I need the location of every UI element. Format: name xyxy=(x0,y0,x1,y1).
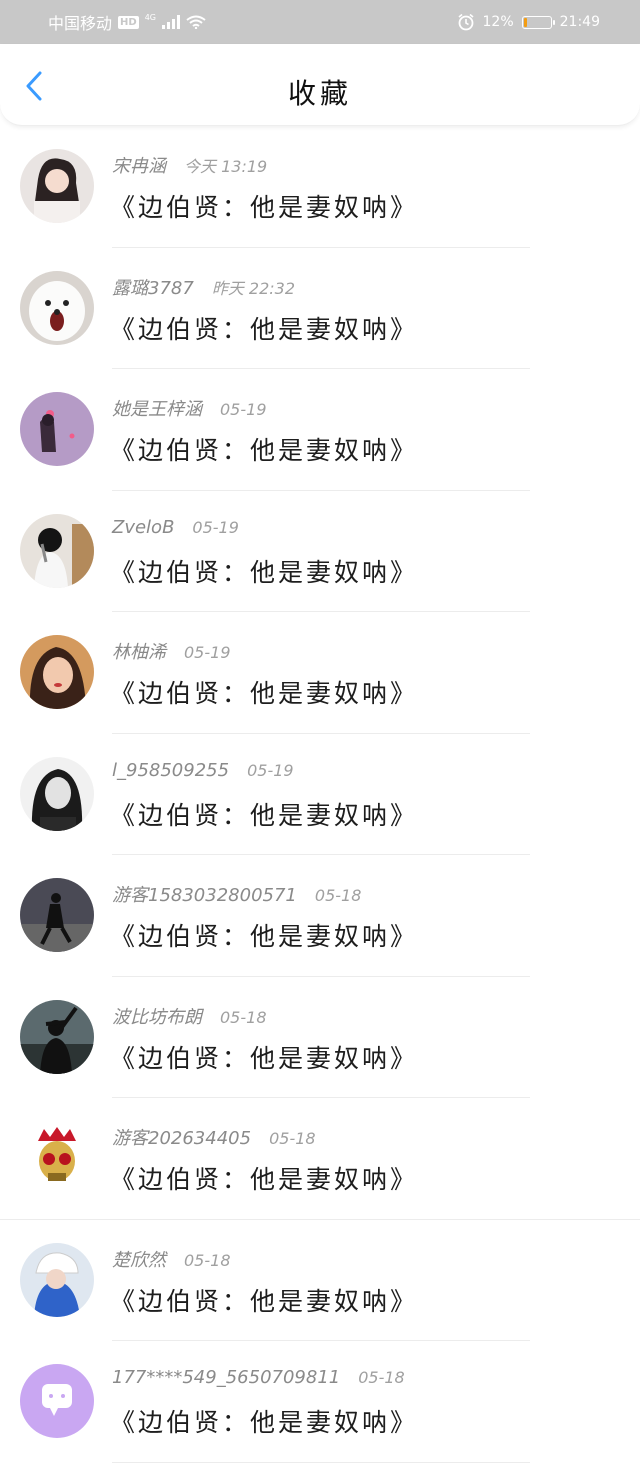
white-dog-avatar-image xyxy=(20,270,94,345)
avatar[interactable] xyxy=(20,149,94,223)
page-title: 收藏 xyxy=(287,77,352,110)
battery-percent: 12% xyxy=(482,14,514,30)
dark-dancer-avatar-image xyxy=(20,878,94,952)
favorite-item[interactable]: 她是王梓涵 05-19 《边伯贤：他是妻奴呐》 xyxy=(0,369,640,491)
wifi-icon xyxy=(186,15,206,29)
timestamp: 05-18 xyxy=(314,886,362,905)
item-meta: ZveloB 05-19 xyxy=(112,517,239,538)
username: 楚欣然 xyxy=(112,1249,166,1271)
avatar[interactable] xyxy=(20,1121,94,1195)
favorite-title: 《边伯贤：他是妻奴呐》 xyxy=(110,557,419,587)
clock: 21:49 xyxy=(559,14,600,30)
signal-icon xyxy=(161,15,180,29)
avatar[interactable] xyxy=(20,513,94,588)
battery-icon xyxy=(521,15,555,29)
favorite-title: 《边伯贤：他是妻奴呐》 xyxy=(110,1408,419,1437)
alarm-icon xyxy=(458,13,474,31)
nav-bar: 收藏 xyxy=(0,44,640,126)
timestamp: 05-19 xyxy=(247,760,294,780)
username: l_958509255 xyxy=(112,759,230,781)
favorite-title: 《边伯贤：他是妻奴呐》 xyxy=(110,314,419,344)
username: 林柚浠 xyxy=(112,642,166,663)
divider xyxy=(112,1461,530,1463)
avatar[interactable] xyxy=(20,1242,94,1317)
favorite-item[interactable]: 露璐3787 昨天 22:32 《边伯贤：他是妻奴呐》 xyxy=(0,248,640,369)
item-meta: 她是王梓涵 05-19 xyxy=(112,395,267,421)
item-meta: 177****549_5650709811 05-18 xyxy=(112,1367,405,1388)
username: 177****549_5650709811 xyxy=(112,1367,341,1388)
item-meta: 波比坊布朗 05-18 xyxy=(112,1003,267,1029)
timestamp: 05-19 xyxy=(192,517,239,537)
favorite-item[interactable]: 宋冉涵 今天 13:19 《边伯贤：他是妻奴呐》 xyxy=(0,126,640,248)
favorite-item[interactable]: l_958509255 05-19 《边伯贤：他是妻奴呐》 xyxy=(0,734,640,855)
girl-portrait-avatar-image xyxy=(20,149,94,223)
network-type: 4G xyxy=(144,12,156,22)
favorite-item[interactable]: 波比坊布朗 05-18 《边伯贤：他是妻奴呐》 xyxy=(0,977,640,1098)
favorite-title: 《边伯贤：他是妻奴呐》 xyxy=(110,193,419,222)
purple-girl-avatar-image xyxy=(20,392,94,466)
item-meta: 游客1583032800571 05-18 xyxy=(112,881,361,907)
bw-girl-avatar-image xyxy=(20,756,94,831)
timestamp: 05-18 xyxy=(358,1368,405,1387)
favorite-title: 《边伯贤：他是妻奴呐》 xyxy=(110,1165,419,1194)
username: 露璐3787 xyxy=(112,277,194,299)
girl-selfie-avatar-image xyxy=(20,635,94,709)
favorite-item[interactable]: 177****549_5650709811 05-18 《边伯贤：他是妻奴呐》 xyxy=(0,1341,640,1463)
cap-girl-avatar-image xyxy=(20,1242,94,1317)
avatar[interactable] xyxy=(20,1364,94,1438)
avatar[interactable] xyxy=(20,999,94,1074)
status-right: 12% 21:49 xyxy=(457,0,600,44)
avatar[interactable] xyxy=(20,878,94,952)
username: 她是王梓涵 xyxy=(112,399,202,420)
carrier-label: 中国移动 xyxy=(48,14,113,33)
avatar[interactable] xyxy=(20,635,94,709)
avatar[interactable] xyxy=(20,270,94,345)
item-meta: l_958509255 05-19 xyxy=(112,760,294,781)
item-meta: 林柚浠 05-19 xyxy=(112,638,231,664)
silhouette-avatar-image xyxy=(20,999,94,1074)
favorite-title: 《边伯贤：他是妻奴呐》 xyxy=(110,679,419,708)
username: 游客202634405 xyxy=(112,1128,252,1149)
item-meta: 楚欣然 05-18 xyxy=(112,1246,231,1272)
favorite-item[interactable]: 林柚浠 05-19 《边伯贤：他是妻奴呐》 xyxy=(0,612,640,734)
timestamp: 05-19 xyxy=(184,643,231,662)
favorite-title: 《边伯贤：他是妻奴呐》 xyxy=(110,800,419,830)
skull-avatar-image xyxy=(20,1121,94,1195)
favorite-item[interactable]: 楚欣然 05-18 《边伯贤：他是妻奴呐》 xyxy=(0,1220,640,1341)
item-meta: 露璐3787 昨天 22:32 xyxy=(112,274,295,300)
avatar[interactable] xyxy=(20,756,94,831)
girl-back-avatar-image xyxy=(20,513,94,588)
favorite-title: 《边伯贤：他是妻奴呐》 xyxy=(110,1043,419,1073)
avatar[interactable] xyxy=(20,392,94,466)
username: 游客1583032800571 xyxy=(112,885,297,906)
username: 宋冉涵 xyxy=(112,156,166,177)
favorite-title: 《边伯贤：他是妻奴呐》 xyxy=(110,436,419,465)
item-meta: 宋冉涵 今天 13:19 xyxy=(112,152,267,178)
timestamp: 昨天 22:32 xyxy=(211,278,296,298)
chat-icon-avatar-image xyxy=(20,1364,94,1438)
timestamp: 今天 13:19 xyxy=(184,157,268,176)
favorite-title: 《边伯贤：他是妻奴呐》 xyxy=(110,922,419,951)
item-meta: 游客202634405 05-18 xyxy=(112,1124,316,1150)
status-left: 中国移动 HD 4G xyxy=(48,0,206,44)
favorite-item[interactable]: 游客1583032800571 05-18 《边伯贤：他是妻奴呐》 xyxy=(0,855,640,977)
favorite-title: 《边伯贤：他是妻奴呐》 xyxy=(110,1286,419,1316)
timestamp: 05-18 xyxy=(269,1129,316,1148)
favorite-item[interactable]: 游客202634405 05-18 《边伯贤：他是妻奴呐》 xyxy=(0,1098,640,1220)
favorite-item[interactable]: ZveloB 05-19 《边伯贤：他是妻奴呐》 xyxy=(0,491,640,612)
timestamp: 05-18 xyxy=(184,1250,231,1270)
hd-badge: HD xyxy=(118,15,139,29)
username: 波比坊布朗 xyxy=(112,1006,202,1028)
timestamp: 05-19 xyxy=(220,400,267,419)
username: ZveloB xyxy=(112,516,175,538)
favorites-list: 宋冉涵 今天 13:19 《边伯贤：他是妻奴呐》 露璐3787 昨天 22:32… xyxy=(0,126,640,1463)
status-bar: 中国移动 HD 4G 12% 21:49 xyxy=(0,0,640,44)
timestamp: 05-18 xyxy=(220,1007,267,1027)
